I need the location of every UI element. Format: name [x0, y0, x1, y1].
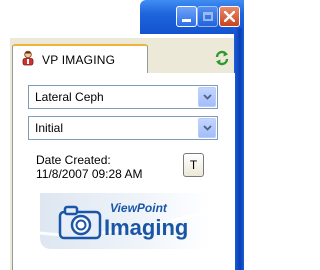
maximize-button[interactable] — [197, 6, 218, 27]
date-created-label: Date Created: — [36, 153, 111, 167]
dropdown-arrow-button[interactable] — [198, 118, 216, 138]
view-type-select[interactable]: Lateral Ceph — [28, 85, 218, 109]
refresh-icon[interactable] — [214, 50, 230, 66]
minimize-button[interactable] — [176, 6, 197, 27]
tab-label: VP IMAGING — [42, 53, 116, 67]
person-icon — [22, 50, 34, 66]
chevron-down-icon — [202, 94, 212, 100]
t-button[interactable]: T — [183, 153, 204, 177]
dropdown-arrow-button[interactable] — [198, 87, 216, 107]
window-border — [234, 28, 244, 270]
stage-value: Initial — [35, 121, 64, 135]
logo-text-imaging: Imaging — [104, 215, 189, 240]
maximize-icon — [202, 12, 213, 21]
logo-text-viewpoint: ViewPoint — [110, 201, 167, 215]
chevron-down-icon — [202, 125, 212, 131]
view-type-value: Lateral Ceph — [35, 90, 104, 104]
close-button[interactable] — [219, 6, 240, 27]
stage-select[interactable]: Initial — [28, 116, 218, 140]
close-icon — [224, 11, 235, 22]
date-created-value: 11/8/2007 09:28 AM — [36, 167, 143, 181]
minimize-icon — [182, 11, 191, 22]
camera-icon — [58, 205, 102, 240]
